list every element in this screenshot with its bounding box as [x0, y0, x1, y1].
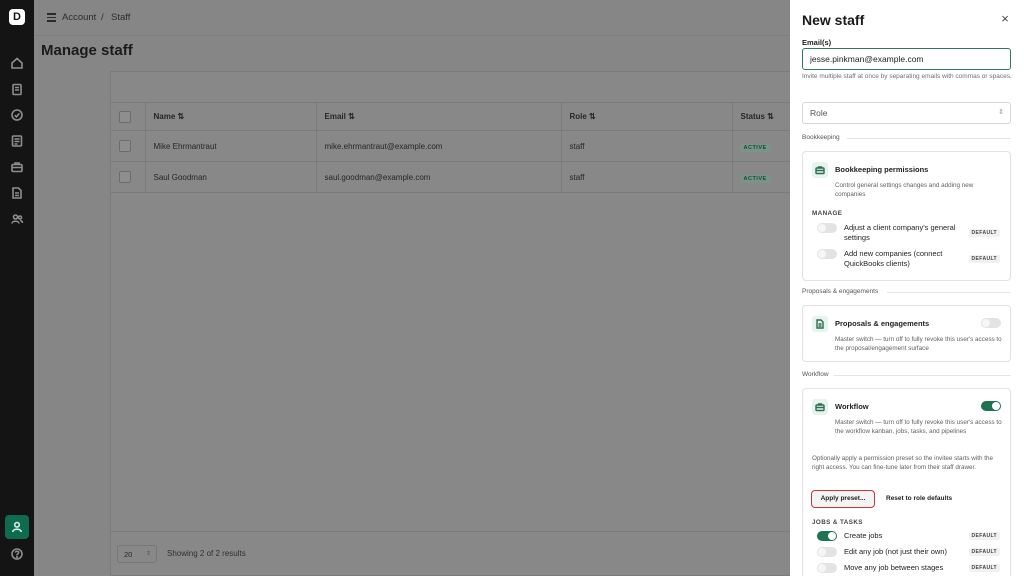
default-badge: DEFAULT [968, 229, 1000, 237]
proposals-desc: Master switch — turn off to fully revoke… [835, 336, 1002, 352]
option-label: Add new companies (connect QuickBooks cl… [844, 249, 943, 268]
default-badge: DEFAULT [968, 255, 1000, 263]
results-info: Showing 2 of 2 results [167, 549, 246, 558]
staff-name: Saul Goodman [145, 161, 317, 193]
row-checkbox[interactable] [119, 171, 131, 183]
toggle-add-companies[interactable] [817, 249, 837, 259]
check-circle-icon[interactable] [10, 108, 24, 122]
menu-icon[interactable] [47, 13, 56, 22]
users-icon[interactable] [10, 212, 24, 226]
table-row[interactable]: Saul Goodman saul.goodman@example.com st… [111, 161, 799, 193]
option-label: Create jobs [844, 531, 883, 540]
option-label: Edit any job (not just their own) [844, 547, 947, 556]
chevron-updown-icon: ⇕ [998, 109, 1004, 116]
column-email[interactable]: Email ⇅ [316, 102, 562, 131]
email-label: Email(s) [802, 38, 832, 47]
briefcase-icon[interactable] [10, 160, 24, 174]
status-badge: ACTIVE [740, 143, 770, 152]
briefcase-icon [812, 162, 828, 178]
option-label: Move any job between stages [844, 563, 944, 572]
section-header-bookkeeping: Bookkeeping [802, 134, 1011, 141]
new-staff-drawer: New staff × Email(s) Invite multiple sta… [790, 0, 1024, 576]
workflow-panel: Workflow Master switch — turn off to ful… [802, 388, 1011, 576]
proposals-title: Proposals & engagements [835, 319, 930, 328]
staff-name: Mike Ehrmantraut [145, 130, 317, 162]
jobs-tasks-header: JOBS & TASKS [812, 519, 863, 526]
workflow-title: Workflow [835, 402, 869, 411]
section-header-workflow: Workflow [802, 371, 1011, 378]
proposals-panel: Proposals & engagements Master switch — … [802, 305, 1011, 362]
reset-role-defaults-button[interactable]: Reset to role defaults [886, 495, 952, 502]
home-icon[interactable] [10, 56, 24, 70]
app-logo[interactable]: D [9, 9, 25, 25]
email-help-text: Invite multiple staff at once by separat… [802, 73, 1012, 80]
breadcrumb-account[interactable]: Account [62, 12, 96, 23]
page-title: Manage staff [41, 42, 133, 59]
ledger-icon[interactable] [10, 134, 24, 148]
toggle-adjust-settings[interactable] [817, 223, 837, 233]
default-badge: DEFAULT [968, 548, 1000, 556]
option-label: Adjust a client company's general settin… [844, 223, 956, 242]
apply-preset-button[interactable]: Apply preset... [811, 490, 875, 508]
staff-role: staff [561, 161, 733, 193]
bookkeeping-desc: Control general settings changes and add… [835, 182, 974, 198]
row-checkbox[interactable] [119, 140, 131, 152]
document-icon [812, 316, 828, 332]
toggle-edit-any-job[interactable] [817, 547, 837, 557]
help-icon[interactable] [10, 547, 24, 561]
preset-note: Optionally apply a permission preset so … [812, 455, 993, 471]
document-icon[interactable] [10, 186, 24, 200]
toggle-create-jobs[interactable] [817, 531, 837, 541]
column-role[interactable]: Role ⇅ [561, 102, 733, 131]
bookkeeping-panel: Bookkeeping permissions Control general … [802, 151, 1011, 281]
staff-email: mike.ehrmantraut@example.com [316, 130, 562, 162]
bookkeeping-title: Bookkeeping permissions [835, 165, 929, 174]
main-page: Account / Staff Manage staff Name ⇅ Emai… [34, 0, 800, 576]
staff-table-card: Name ⇅ Email ⇅ Role ⇅ Status ⇅ Mike Ehrm… [110, 71, 800, 576]
column-name[interactable]: Name ⇅ [145, 102, 317, 131]
status-badge: ACTIVE [740, 174, 770, 183]
section-header-proposals: Proposals & engagements [802, 288, 1011, 295]
select-all-checkbox[interactable] [119, 110, 131, 123]
workflow-desc: Master switch — turn off to fully revoke… [835, 419, 1002, 435]
role-placeholder: Role [810, 108, 828, 118]
toggle-proposals[interactable] [981, 318, 1001, 328]
page-size-select[interactable]: 20 ⇕ [117, 545, 157, 563]
left-rail: D [0, 0, 34, 576]
staff-table: Name ⇅ Email ⇅ Role ⇅ Status ⇅ Mike Ehrm… [111, 102, 799, 193]
page-size-value: 20 [124, 550, 133, 559]
user-icon[interactable] [5, 515, 29, 539]
pagination: 20 ⇕ Showing 2 of 2 results [111, 531, 799, 575]
staff-email: saul.goodman@example.com [316, 161, 562, 193]
close-icon[interactable]: × [998, 12, 1012, 26]
table-header-row: Name ⇅ Email ⇅ Role ⇅ Status ⇅ [111, 102, 799, 131]
briefcase-icon [812, 399, 828, 415]
staff-role: staff [561, 130, 733, 162]
default-badge: DEFAULT [968, 564, 1000, 572]
column-status[interactable]: Status ⇅ [732, 102, 799, 131]
toggle-workflow[interactable] [981, 401, 1001, 411]
manage-header: MANAGE [812, 210, 843, 217]
email-field[interactable] [802, 48, 1011, 70]
clipboard-icon[interactable] [10, 82, 24, 96]
breadcrumb-separator: / [101, 12, 104, 23]
table-row[interactable]: Mike Ehrmantraut mike.ehrmantraut@exampl… [111, 130, 799, 162]
chevron-updown-icon: ⇕ [145, 551, 151, 557]
breadcrumb-staff: Staff [111, 12, 131, 23]
role-select[interactable]: Role ⇕ [802, 102, 1011, 124]
toggle-move-any-job[interactable] [817, 563, 837, 573]
default-badge: DEFAULT [968, 532, 1000, 540]
top-bar: Account / Staff [34, 0, 790, 36]
drawer-title: New staff [802, 12, 865, 28]
